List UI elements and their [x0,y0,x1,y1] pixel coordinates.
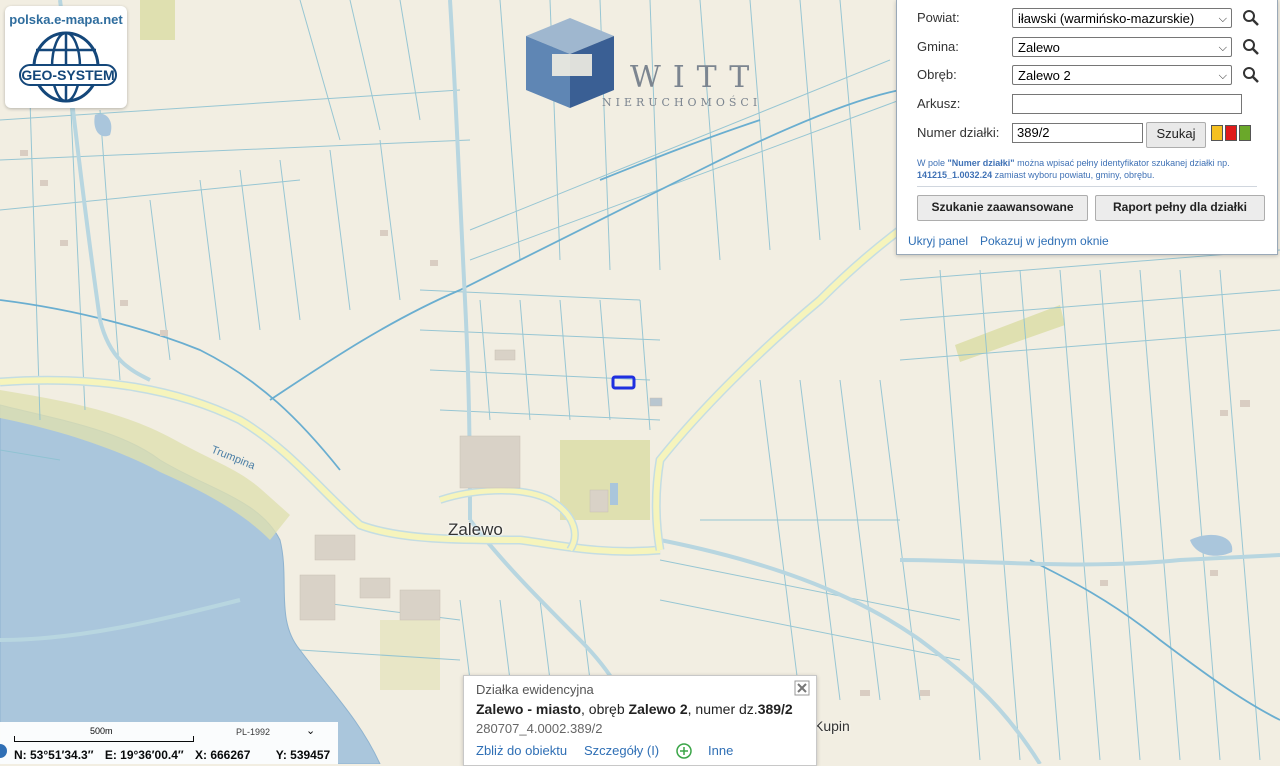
powiat-select[interactable]: iławski (warmińsko-mazurskie) ⌵ [1012,8,1232,28]
gmina-select[interactable]: Zalewo ⌵ [1012,37,1232,57]
village-label: Kupin [814,718,850,734]
search-button[interactable]: Szukaj [1146,122,1206,148]
one-window-link[interactable]: Pokazuj w jednym oknie [980,234,1109,248]
powiat-label: Powiat: [917,10,960,25]
plus-circle-icon[interactable] [676,743,692,759]
obreb-label: Obręb: [917,67,957,82]
advanced-search-button[interactable]: Szukanie zaawansowane [917,195,1088,221]
search-icon[interactable] [1242,38,1260,56]
gmina-label: Gmina: [917,39,959,54]
coordinates-readout: N: 53°51′34.3″ E: 19°36′00.4″ X: 666267 … [14,748,338,762]
x-coordinate: X: 666267 [194,748,251,762]
search-icon[interactable] [1242,9,1260,27]
arkusz-label: Arkusz: [917,96,961,111]
search-icon[interactable] [1242,66,1260,84]
close-icon[interactable] [794,680,810,696]
longitude: E: 19°36′00.4″ [104,748,184,762]
powiat-value: iławski (warmińsko-mazurskie) [1018,11,1195,26]
y-coordinate: Y: 539457 [275,748,331,762]
scale-coordinates-bar: 500m PL-1992 ⌄ N: 53°51′34.3″ E: 19°36′0… [0,722,338,764]
chevron-down-icon[interactable]: ⌄ [306,724,315,737]
parcel-identifier: 280707_4.0002.389/2 [476,721,603,736]
latitude: N: 53°51′34.3″ [14,748,94,762]
zoom-to-object-link[interactable]: Zbliż do obiektu [476,743,567,758]
other-link[interactable]: Inne [708,743,733,758]
logo-url: polska.e-mapa.net [9,12,123,27]
parcel-description: Zalewo - miasto, obręb Zalewo 2, numer d… [476,701,793,717]
obreb-select[interactable]: Zalewo 2 ⌵ [1012,65,1232,85]
search-hint: W pole "Numer działki" można wpisać pełn… [917,158,1230,180]
parcel-search-panel: Powiat: iławski (warmińsko-mazurskie) ⌵ G… [896,0,1278,255]
chevron-down-icon: ⌵ [1218,13,1227,25]
swatch-yellow[interactable] [1211,125,1223,141]
obreb-value: Zalewo 2 [1018,68,1071,83]
witt-subtitle: NIERUCHOMOŚCI [602,96,762,109]
swatch-green[interactable] [1239,125,1251,141]
parcel-info-popup: Działka ewidencyjna Zalewo - miasto, obr… [463,675,817,766]
witt-watermark: WITT NIERUCHOMOŚCI [522,14,772,114]
scale-bar [14,736,194,742]
witt-word: WITT [630,60,762,95]
parcel-number-input[interactable]: 389/2 [1012,123,1143,143]
town-label: Zalewo [448,520,503,539]
projection-select[interactable]: PL-1992 [236,727,270,737]
numer-label: Numer działki: [917,125,1000,140]
details-link[interactable]: Szczegóły (I) [584,743,659,758]
geo-system-logo[interactable]: polska.e-mapa.net GEO-SYSTEM [5,6,127,108]
gmina-value: Zalewo [1018,40,1060,55]
logo-brand: GEO-SYSTEM [19,64,117,86]
divider [917,186,1257,187]
full-report-button[interactable]: Raport pełny dla działki [1095,195,1265,221]
hide-panel-link[interactable]: Ukryj panel [908,234,968,248]
chevron-down-icon: ⌵ [1218,70,1227,82]
arkusz-input[interactable] [1012,94,1242,114]
scale-label: 500m [90,726,113,736]
chevron-down-icon: ⌵ [1218,42,1227,54]
swatch-red[interactable] [1225,125,1237,141]
popup-heading: Działka ewidencyjna [476,682,594,697]
